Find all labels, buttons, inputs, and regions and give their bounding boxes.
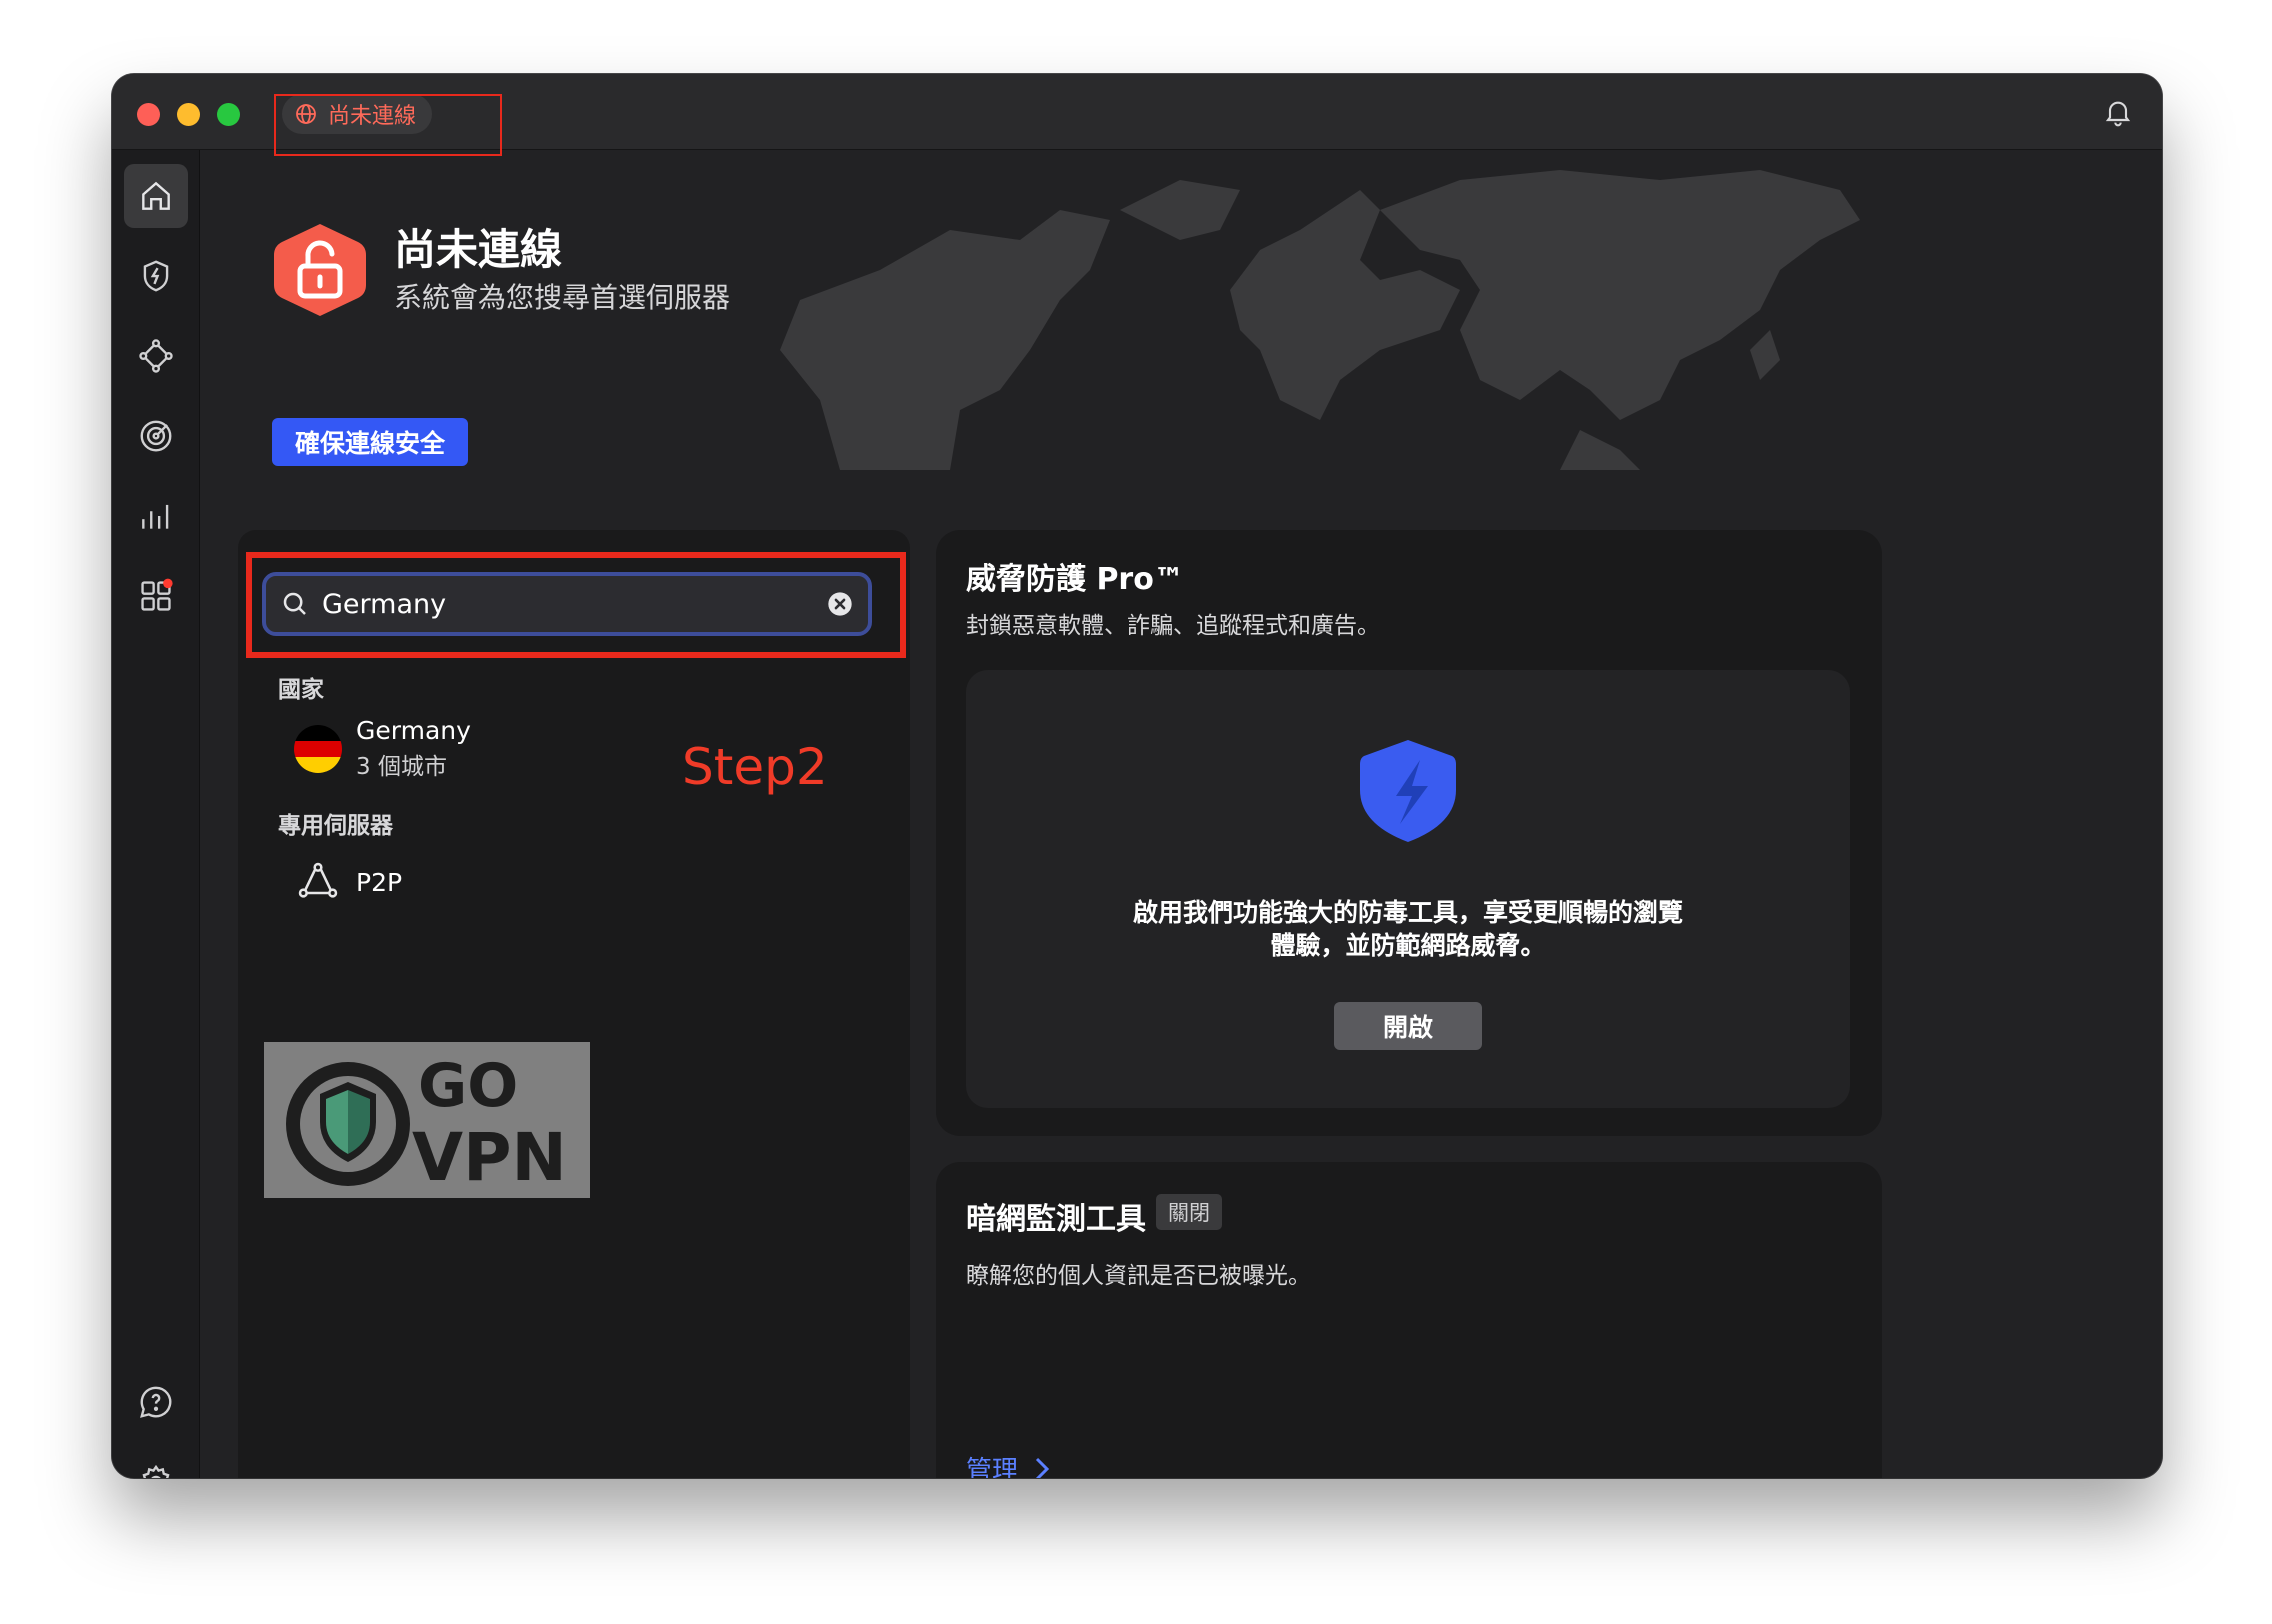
sidebar-item-settings[interactable] [124, 1450, 188, 1478]
sidebar-item-statistics[interactable] [124, 484, 188, 548]
bell-icon[interactable] [2102, 96, 2134, 128]
shield-bolt-icon [1360, 740, 1456, 842]
threat-protection-subtitle: 封鎖惡意軟體、詐騙、追蹤程式和廣告。 [966, 613, 1380, 639]
manage-link[interactable]: 管理 [966, 1450, 1050, 1478]
countries-section-label: 國家 [278, 677, 324, 703]
zoom-window-button[interactable] [217, 103, 240, 126]
close-window-button[interactable] [137, 103, 160, 126]
manage-link-label: 管理 [966, 1456, 1019, 1478]
sidebar-item-apps[interactable] [124, 564, 188, 628]
threat-protection-description: 啟用我們功能強大的防毒工具，享受更順暢的瀏覽 體驗，並防範網路威脅。 [1132, 898, 1683, 960]
annotation-highlight-box [274, 94, 502, 156]
sidebar-item-home[interactable] [124, 164, 188, 228]
enable-threat-protection-button[interactable]: 開啟 [1334, 1002, 1482, 1050]
connection-title: 尚未連線 [394, 225, 563, 274]
secure-connection-button[interactable]: 確保連線安全 [272, 418, 468, 466]
sidebar-item-meshnet[interactable] [124, 324, 188, 388]
p2p-icon [298, 862, 338, 898]
specialty-servers-label: 專用伺服器 [278, 813, 393, 839]
unlocked-padlock-icon [274, 224, 366, 316]
apps-grid-icon [141, 578, 173, 611]
dark-web-monitor-title: 暗網監測工具 [966, 1202, 1146, 1237]
world-map-background [780, 170, 1860, 470]
country-result-item[interactable]: Germany 3 個城市 [294, 716, 471, 781]
help-chat-icon [140, 1386, 172, 1418]
sidebar [112, 150, 200, 1478]
title-bar: 尚未連線 [112, 74, 2162, 156]
threat-protection-title: 威脅防護 Pro™ [966, 562, 1184, 597]
connection-subtitle: 系統會為您搜尋首選伺服器 [394, 281, 731, 314]
specialty-server-item[interactable]: P2P [296, 860, 402, 904]
home-icon [142, 181, 170, 210]
dark-web-monitor-card: 暗網監測工具 關閉 瞭解您的個人資訊是否已被曝光。 管理 [936, 1162, 1882, 1478]
bar-chart-icon [142, 504, 169, 529]
sidebar-item-threat-protection[interactable] [124, 244, 188, 308]
svg-text:GO: GO [418, 1051, 518, 1121]
chevron-right-icon [1035, 1457, 1050, 1478]
country-name: Germany [356, 716, 471, 745]
country-city-count: 3 個城市 [356, 754, 447, 780]
app-window: 尚未連線 尚未連線 系統會為您搜尋首選伺服器 確保連線安全 Germany 國家… [112, 74, 2162, 1478]
server-search-panel: 國家 Germany 3 個城市 Step2 專用伺服器 P2P [238, 530, 910, 1478]
shield-bolt-icon [143, 260, 169, 292]
step-annotation: Step2 [682, 738, 828, 796]
govpn-watermark-logo: GO VPN [264, 1042, 590, 1198]
dark-web-monitor-subtitle: 瞭解您的個人資訊是否已被曝光。 [966, 1263, 1311, 1289]
meshnet-icon [139, 339, 173, 373]
target-icon [140, 420, 172, 452]
minimize-window-button[interactable] [177, 103, 200, 126]
annotation-highlight-box [246, 552, 906, 658]
gear-icon [142, 1464, 170, 1478]
status-badge: 關閉 [1156, 1194, 1222, 1230]
specialty-server-name: P2P [356, 867, 403, 897]
sidebar-item-help[interactable] [124, 1370, 188, 1434]
threat-protection-card: 威脅防護 Pro™ 封鎖惡意軟體、詐騙、追蹤程式和廣告。 啟用我們功能強大的防毒… [936, 530, 1882, 1136]
main-content: 尚未連線 系統會為您搜尋首選伺服器 確保連線安全 國家 [200, 150, 2162, 1478]
svg-text:VPN: VPN [412, 1119, 567, 1196]
sidebar-item-target[interactable] [124, 404, 188, 468]
germany-flag-icon [294, 724, 342, 773]
threat-protection-promo: 啟用我們功能強大的防毒工具，享受更順暢的瀏覽 體驗，並防範網路威脅。 開啟 [966, 670, 1850, 1108]
